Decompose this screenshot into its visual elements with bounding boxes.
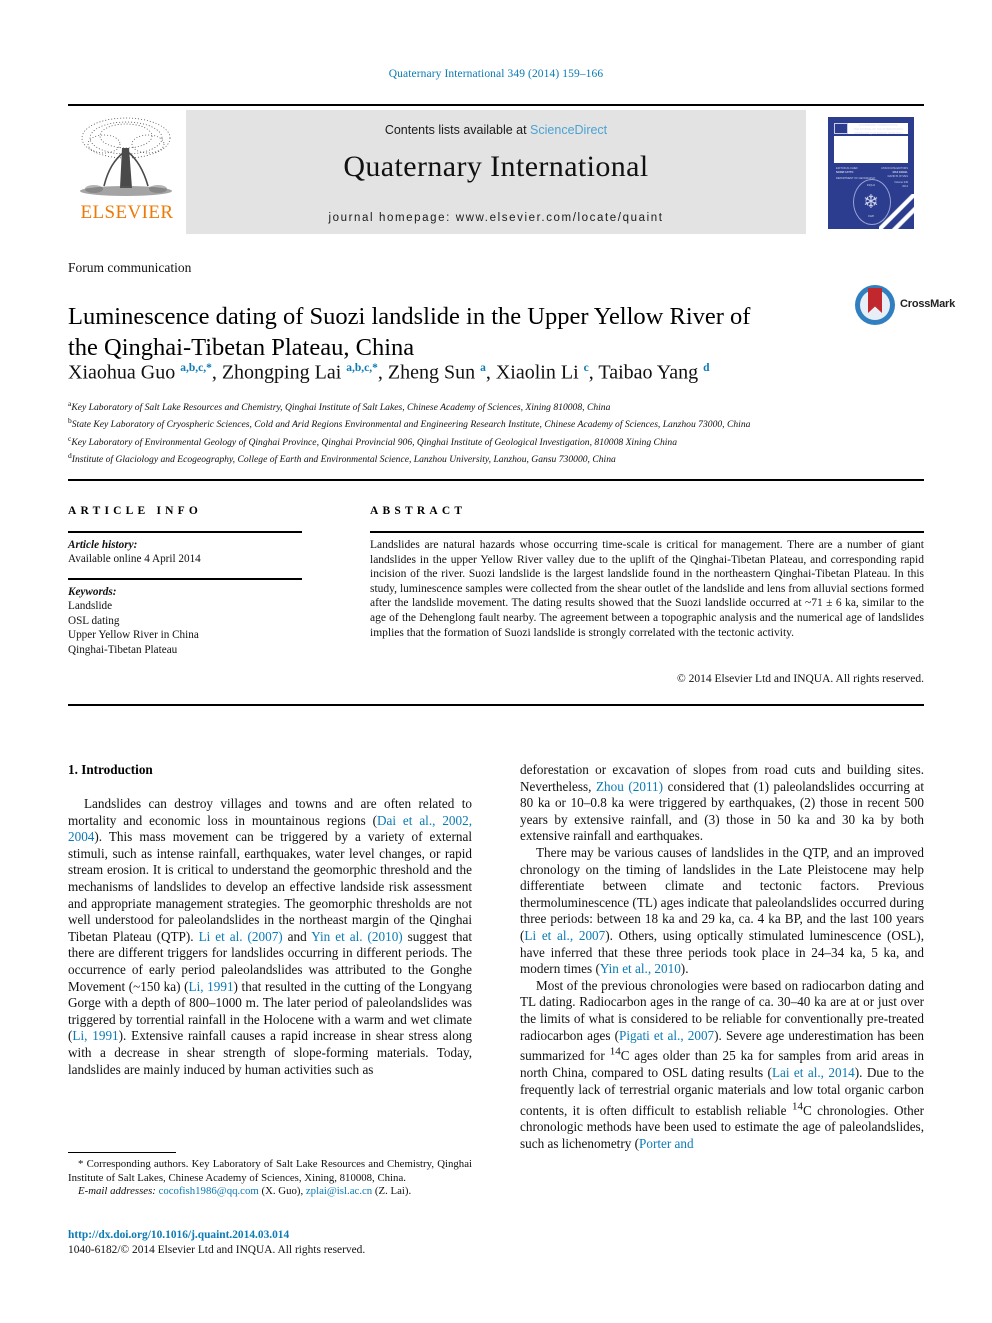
affiliation-item: cKey Laboratory of Environmental Geology… xyxy=(68,433,678,448)
journal-title: Quaternary International xyxy=(343,150,649,183)
citation-link[interactable]: Porter and xyxy=(639,1136,694,1151)
journal-band: Contents lists available at ScienceDirec… xyxy=(186,110,806,234)
divider-above-article-info xyxy=(68,479,924,482)
journal-masthead: ELSEVIER Contents lists available at Sci… xyxy=(68,104,924,236)
abstract-text: Landslides are natural hazards whose occ… xyxy=(370,539,924,639)
citation-link[interactable]: Li, 1991 xyxy=(189,979,234,994)
email-owner-lai: (Z. Lai). xyxy=(372,1185,412,1198)
elsevier-logo-block: ELSEVIER xyxy=(68,110,186,234)
paragraph: Landslides can destroy villages and town… xyxy=(68,796,472,1078)
affiliation-list: aKey Laboratory of Salt Lake Resources a… xyxy=(68,398,933,467)
article-info-heading: ARTICLE INFO xyxy=(68,505,203,517)
sciencedirect-link[interactable]: ScienceDirect xyxy=(530,123,607,137)
affiliation-item: bState Key Laboratory of Cryospheric Sci… xyxy=(68,416,751,431)
paragraph: deforestation or excavation of slopes fr… xyxy=(520,762,924,845)
paragraph: Most of the previous chronologies were b… xyxy=(520,978,924,1153)
author-list: Xiaohua Guo a,b,c,*, Zhongping Lai a,b,c… xyxy=(68,361,710,384)
issn-copyright-line: 1040-6182/© 2014 Elsevier Ltd and INQUA.… xyxy=(68,1244,366,1256)
citation-link[interactable]: Li, 1991 xyxy=(72,1028,118,1043)
elsevier-wordmark: ELSEVIER xyxy=(80,202,174,223)
abstract-rule xyxy=(370,531,924,533)
email-link-lai[interactable]: zplai@isl.ac.cn xyxy=(306,1185,372,1197)
contents-prefix: Contents lists available at xyxy=(384,123,531,137)
crossmark-label: CrossMark xyxy=(900,298,956,310)
citation-link[interactable]: Li et al., 2007 xyxy=(524,928,605,943)
affiliation-item: dInstitute of Glaciology and Ecogeograph… xyxy=(68,450,616,466)
affiliation-item: aKey Laboratory of Salt Lake Resources a… xyxy=(68,399,611,414)
abstract-heading: ABSTRACT xyxy=(370,505,467,517)
keywords-block: Keywords: Landslide OSL dating Upper Yel… xyxy=(68,585,318,657)
elsevier-tree-icon xyxy=(74,114,178,200)
paragraph-text: ). This mass movement can be triggered b… xyxy=(68,829,472,944)
paragraph-text: ). xyxy=(680,961,689,977)
journal-article-page: Quaternary International 349 (2014) 159–… xyxy=(0,0,992,1323)
footnote-rule xyxy=(68,1152,176,1154)
article-type-label: Forum communication xyxy=(68,260,192,275)
doi-link[interactable]: http://dx.doi.org/10.1016/j.quaint.2014.… xyxy=(68,1228,488,1243)
citation-link[interactable]: Yin et al., 2010 xyxy=(600,961,681,976)
body-column-left: 1. Introduction Landslides can destroy v… xyxy=(68,762,472,1078)
keywords-label: Keywords: xyxy=(68,586,117,598)
citation-link[interactable]: Li et al. (2007) xyxy=(199,929,283,944)
email-addresses-label: E-mail addresses: xyxy=(78,1185,156,1198)
body-column-right: deforestation or excavation of slopes fr… xyxy=(520,762,924,1152)
keywords-rule xyxy=(68,578,302,580)
email-owner-guo: (X. Guo), xyxy=(258,1185,306,1198)
doi-block: http://dx.doi.org/10.1016/j.quaint.2014.… xyxy=(68,1228,488,1258)
abstract-copyright: © 2014 Elsevier Ltd and INQUA. All right… xyxy=(677,673,924,685)
article-info-rule xyxy=(68,531,302,533)
journal-cover-thumbnail: QUATERNARY INTERNATIONAL THE JOURNAL OF … xyxy=(828,117,914,229)
keyword-item: Qinghai-Tibetan Plateau xyxy=(68,643,178,656)
keyword-item: Landslide xyxy=(68,600,113,613)
crossmark-badge[interactable]: CrossMark xyxy=(855,283,955,329)
citation-link[interactable]: Zhou (2011) xyxy=(596,779,663,794)
article-history: Article history: Available online 4 Apri… xyxy=(68,538,308,566)
section-heading-introduction: 1. Introduction xyxy=(68,762,153,777)
paragraph-text: and xyxy=(282,928,312,944)
article-history-value: Available online 4 April 2014 xyxy=(68,553,201,565)
journal-homepage-link[interactable]: journal homepage: www.elsevier.com/locat… xyxy=(186,212,806,224)
citation-link[interactable]: Yin et al. (2010) xyxy=(311,929,402,944)
footnote-block: * Corresponding authors. Key Laboratory … xyxy=(68,1158,472,1199)
contents-available-line: Contents lists available at ScienceDirec… xyxy=(186,123,806,137)
snowflake-icon: ❄ xyxy=(863,192,879,213)
citation-link[interactable]: Lai et al., 2014 xyxy=(772,1065,855,1080)
running-head: Quaternary International 349 (2014) 159–… xyxy=(388,68,604,80)
citation-link[interactable]: Pigati et al., 2007 xyxy=(619,1028,714,1043)
email-link-guo[interactable]: cocofish1986@qq.com xyxy=(159,1185,259,1197)
article-history-label: Article history: xyxy=(68,539,138,551)
paragraph: There may be various causes of landslide… xyxy=(520,845,924,978)
keyword-item: OSL dating xyxy=(68,614,120,627)
paragraph-text: ). Extensive rainfall causes a rapid inc… xyxy=(68,1028,472,1077)
crossmark-icon xyxy=(855,285,895,325)
corresponding-author-note: * Corresponding authors. Key Laboratory … xyxy=(68,1158,472,1184)
journal-cover-block: QUATERNARY INTERNATIONAL THE JOURNAL OF … xyxy=(806,110,924,234)
divider-below-abstract xyxy=(68,704,924,707)
keyword-item: Upper Yellow River in China xyxy=(68,629,199,642)
